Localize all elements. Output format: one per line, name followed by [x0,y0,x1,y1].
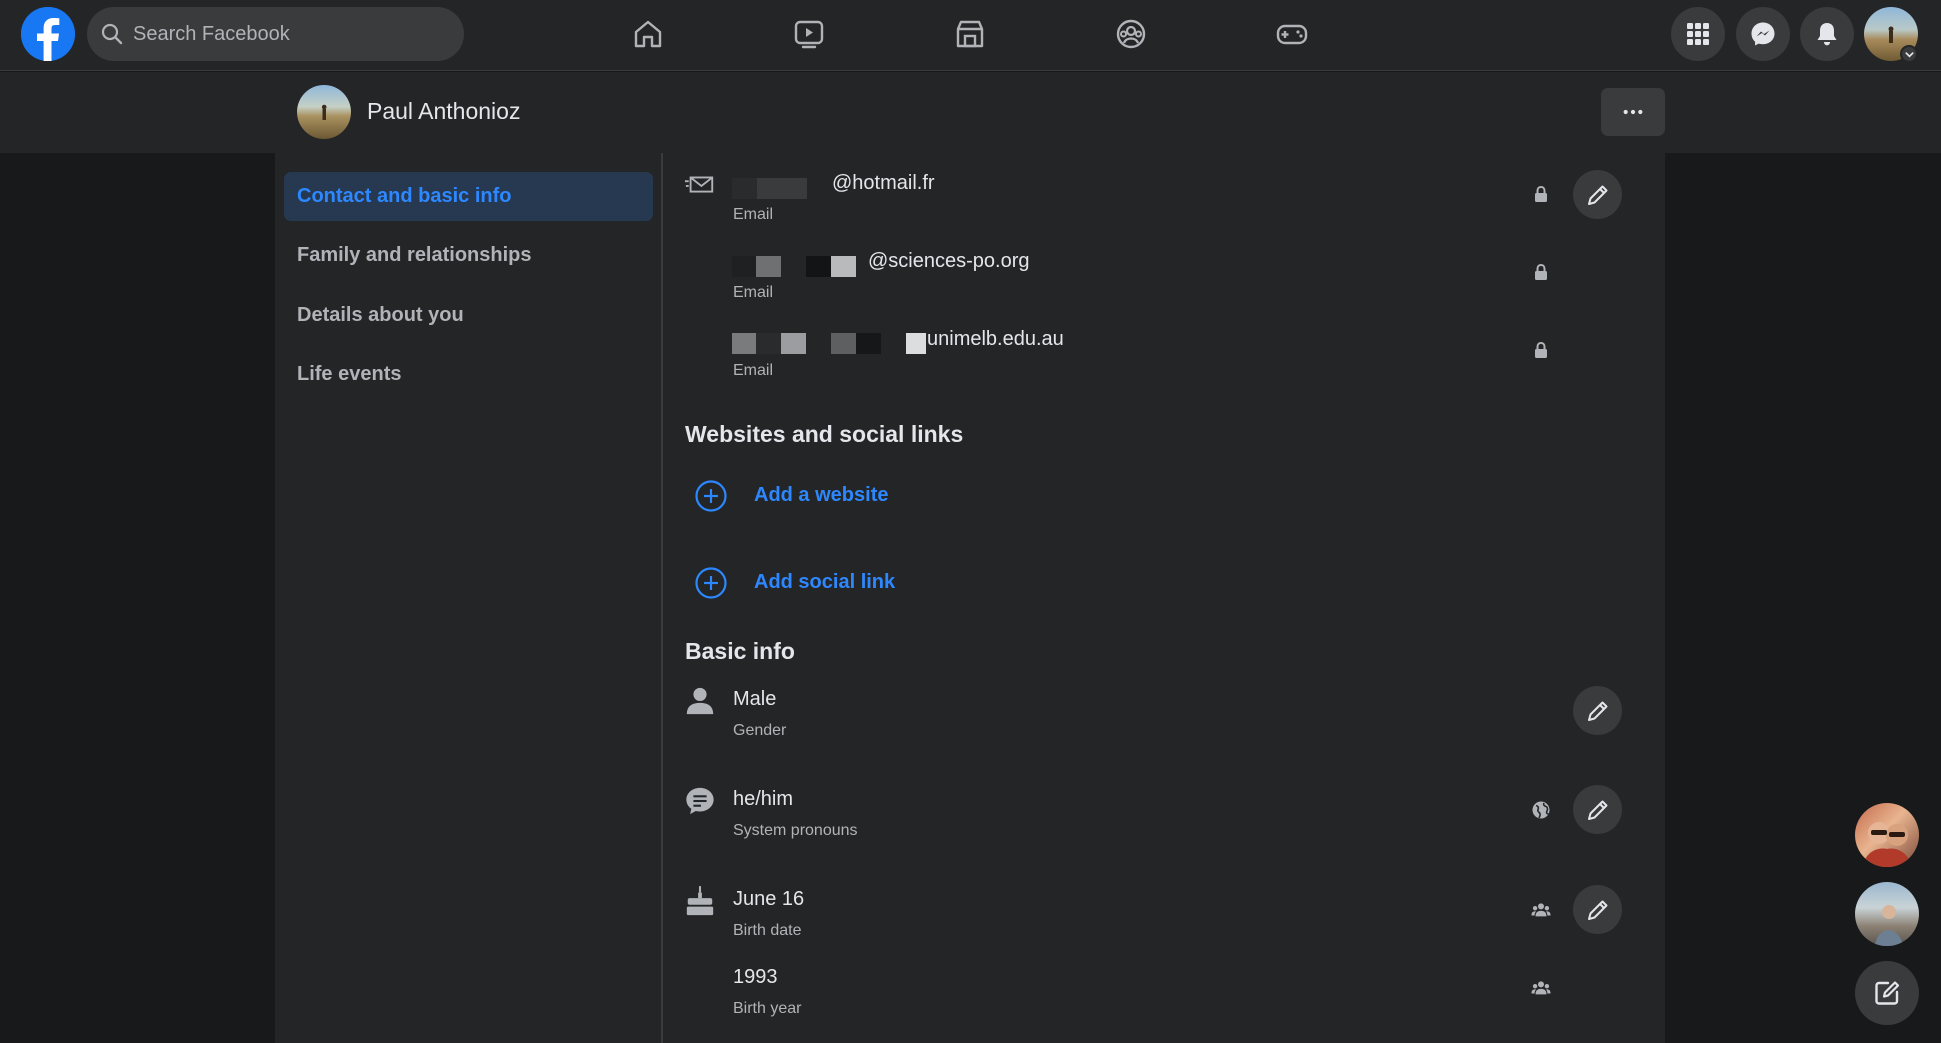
envelope-icon [683,168,717,202]
email-value: @sciences-po.org [868,250,1030,272]
speech-bubble-icon [683,784,717,818]
ellipsis-icon [1623,109,1643,115]
about-panel [275,153,1665,1043]
add-circle-icon[interactable] [694,566,728,600]
sidebar-item-label: Family and relationships [297,244,532,266]
email-value: unimelb.edu.au [927,328,1064,350]
chat-head-avatar[interactable] [1855,882,1919,946]
edit-gender-button[interactable] [1573,686,1622,735]
sidebar-item-contact-basic-info[interactable]: Contact and basic info [284,172,653,221]
search-icon [101,23,123,45]
lock-icon[interactable] [1530,261,1552,283]
redacted-block [906,333,926,354]
globe-icon[interactable] [1530,799,1552,821]
messenger-icon[interactable] [1736,7,1790,61]
edit-pronouns-button[interactable] [1573,785,1622,834]
home-icon[interactable] [616,12,680,56]
email-value: @hotmail.fr [832,172,935,194]
person-icon [683,684,717,718]
birth-year-label: Birth year [733,1000,802,1017]
marketplace-icon[interactable] [938,12,1002,56]
sidebar-item-label: Life events [297,363,402,385]
watch-icon[interactable] [777,12,841,56]
gender-label: Gender [733,722,787,739]
email-label: Email [733,284,774,301]
redacted-block [806,256,831,277]
more-options-button[interactable] [1601,88,1665,136]
search-bar[interactable] [87,7,464,61]
redacted-block [831,333,856,354]
redacted-block [781,333,806,354]
friends-icon[interactable] [1530,899,1552,921]
email-label: Email [733,206,774,223]
panel-divider [661,153,663,1043]
sidebar-item-family-relationships[interactable]: Family and relationships [284,231,653,280]
edit-email-button[interactable] [1573,170,1622,219]
gaming-icon[interactable] [1260,12,1324,56]
redacted-block [756,256,781,277]
search-input[interactable] [133,7,453,61]
menu-grid-icon[interactable] [1671,7,1725,61]
chat-head-avatar[interactable] [1855,803,1919,867]
redacted-block [757,178,807,199]
add-circle-icon[interactable] [694,479,728,513]
sidebar-item-life-events[interactable]: Life events [284,350,653,399]
lock-icon[interactable] [1530,183,1552,205]
add-social-link[interactable]: Add social link [754,571,895,594]
add-website-link[interactable]: Add a website [754,484,888,507]
birthday-cake-icon [683,884,717,918]
facebook-logo-icon[interactable] [21,7,75,61]
sidebar-item-label: Details about you [297,304,464,326]
pronouns-value: he/him [733,788,794,810]
redacted-block [732,256,756,277]
birth-date-label: Birth date [733,922,802,939]
websites-section-title: Websites and social links [685,421,964,447]
chevron-down-icon[interactable] [1900,45,1918,63]
gender-value: Male [733,688,777,710]
redacted-block [732,333,756,354]
birth-date-value: June 16 [733,888,805,910]
notifications-bell-icon[interactable] [1800,7,1854,61]
redacted-block [831,256,856,277]
new-message-button[interactable] [1855,961,1919,1025]
compose-icon [1875,981,1900,1005]
pencil-icon [1587,800,1607,820]
profile-name[interactable]: Paul Anthonioz [367,98,520,125]
sidebar-item-details-about-you[interactable]: Details about you [284,291,653,340]
profile-avatar[interactable] [297,85,351,139]
birth-year-value: 1993 [733,966,778,988]
redacted-block [856,333,881,354]
edit-birth-date-button[interactable] [1573,885,1622,934]
pencil-icon [1587,185,1607,205]
redacted-block [732,178,757,199]
basic-info-section-title: Basic info [685,638,795,664]
lock-icon[interactable] [1530,339,1552,361]
friends-icon[interactable] [1530,977,1552,999]
sidebar-item-label: Contact and basic info [297,185,512,207]
top-navigation-bar [0,0,1941,71]
pencil-icon [1587,701,1607,721]
redacted-block [756,333,781,354]
pencil-icon [1587,900,1607,920]
groups-icon[interactable] [1099,12,1163,56]
email-label: Email [733,362,774,379]
pronouns-label: System pronouns [733,822,858,839]
